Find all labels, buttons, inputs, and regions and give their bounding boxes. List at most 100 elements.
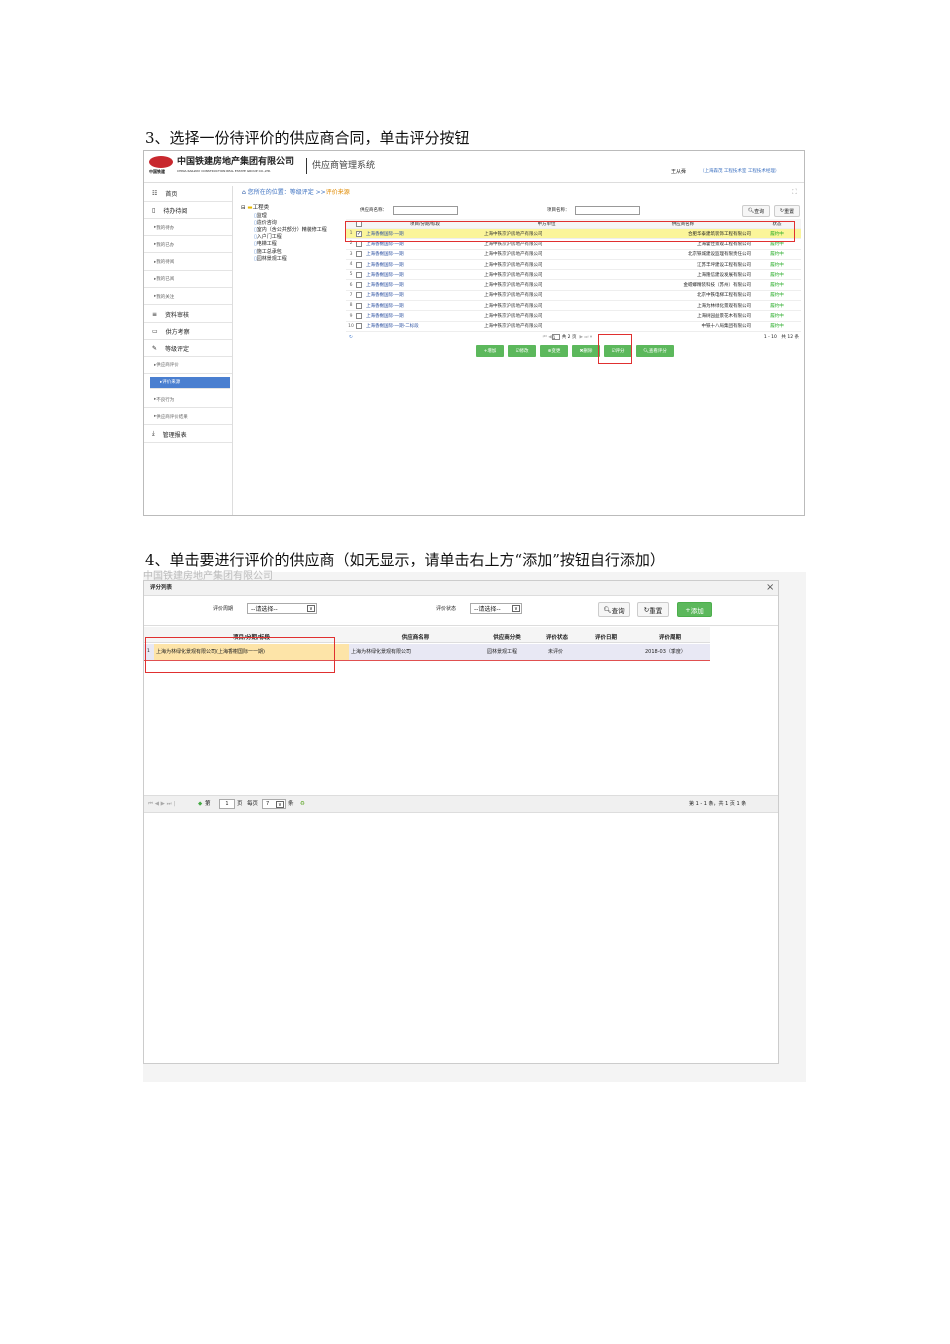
status-select[interactable]: --请选择-- ∨ (470, 603, 522, 614)
row-checkbox[interactable] (356, 251, 362, 258)
table-row[interactable]: 8 上海香榭国际-一期 上海中铁京沪房地产有限公司 上海为林绿化景观有限公司 履约中 (346, 301, 801, 312)
col-period: 评价周期 (658, 635, 681, 641)
sidebar-item[interactable]: ▸ 我的待办 (144, 220, 232, 236)
project-link[interactable]: 上海香榭国际-一期 (366, 292, 484, 298)
sidebar-item[interactable]: ▸ 我的已阅 (144, 272, 232, 288)
sidebar-item[interactable]: ▸ 供应商评价结果 (144, 409, 232, 426)
refresh-icon[interactable]: ↻ (349, 335, 353, 340)
sidebar-item[interactable]: ✎ 等级评定 (144, 341, 232, 357)
company-name: 中国铁建房地产集团有限公司 (177, 157, 295, 167)
step4-heading: 4、单击要进行评价的供应商（如无显示，请单击右上方“添加”按钮自行添加） (145, 551, 665, 569)
breadcrumb-current[interactable]: 评价来源 (326, 189, 350, 196)
table-row[interactable]: 4 上海香榭国际-一期 上海中铁京沪房地产有限公司 江苏丰坪建设工程有限公司 履约中 (346, 260, 801, 271)
clipboard-icon: ▯ (152, 207, 156, 214)
row-checkbox[interactable] (356, 313, 362, 320)
action-button[interactable]: + 增加 (476, 345, 504, 357)
sidebar-item[interactable]: ▭ 供方考察 (144, 324, 232, 340)
per-page-select[interactable]: 7 ∨ (262, 799, 286, 809)
company-logo-icon (149, 156, 173, 168)
action-button[interactable]: ⊕ 变更 (540, 345, 568, 357)
fullscreen-icon[interactable]: ⛶ (792, 189, 797, 196)
row-status: 未评价 (548, 649, 564, 655)
action-bar: + 增加 ☑ 修改 ⊕ 变更 ✖ 删除 ☑ 评分 🔍︎ 查看评分 (476, 345, 676, 357)
pencil-icon: ✎ (152, 344, 158, 352)
list-icon: ≡ (152, 310, 158, 318)
query-button[interactable]: 🔍︎ 查询 (598, 602, 630, 617)
page-input[interactable]: 1 (219, 799, 235, 809)
project-link[interactable]: 上海香榭国际-一期 (366, 303, 484, 309)
row-checkbox[interactable] (356, 271, 362, 278)
sidebar-item[interactable]: ▸ 不良行为 (144, 392, 232, 409)
step3-heading: 3、选择一份待评价的供应商合同，单击评分按钮 (145, 129, 470, 147)
row-checkbox[interactable] (356, 292, 362, 299)
screenshot-supplier-system: 中国铁建 中国铁建房地产集团有限公司 CHINA RAILWAY CONSTRU… (143, 150, 805, 516)
table-row[interactable]: 6 上海香榭国际-一期 上海中铁京沪房地产有限公司 金螳螂精装科技（苏州）有限公司 履约… (346, 281, 801, 291)
sidebar-item[interactable]: ▸ 供应商评价 (144, 358, 232, 374)
sidebar: ☷ 首页 ▯ 待办待阅 ▸ 我的待办 ▸ 我的已办 ▸ 我的待阅 ▸ 我的已阅 ▸ 我的关注 ≡ 资… (144, 186, 233, 515)
sidebar-item[interactable]: ≡ 资料审核 (144, 307, 232, 323)
period-select[interactable]: --请选择-- ∨ (247, 603, 317, 614)
go-icon[interactable]: ◆ (198, 801, 202, 808)
row-checkbox[interactable] (356, 302, 362, 309)
table-row[interactable]: 5 上海香榭国际-一期 上海中铁京沪房地产有限公司 上海隆信建设发展有限公司 履约中 (346, 270, 801, 281)
download-icon: ⤓ (152, 430, 155, 438)
action-button[interactable]: ✖ 删除 (572, 345, 600, 357)
dialog-title: 评分列表 (150, 585, 173, 591)
table-row[interactable]: 7 上海香榭国际-一期 上海中铁京沪房地产有限公司 北京中铁电梯工程有限公司 履约中 (346, 291, 801, 302)
action-button[interactable]: 🔍︎ 查看评分 (636, 345, 674, 357)
user-name[interactable]: 王从舜 (671, 170, 686, 175)
project-link[interactable]: 上海香榭国际-一期 (366, 262, 484, 268)
add-button[interactable]: + 添加 (677, 602, 712, 617)
breadcrumb: ⌂ 您所在的位置：等级评定 >>评价来源 (242, 189, 350, 196)
sidebar-item[interactable]: ▸ 我的关注 (144, 289, 232, 306)
status-label: 评价状态 (436, 606, 457, 612)
row-period: 2018-03（季度） (645, 649, 686, 655)
table-row[interactable]: 9 上海香榭国际-一期 上海中铁京沪房地产有限公司 上海树园益景花木有限公司 履约中 (346, 311, 801, 322)
pager-nav-icons[interactable]: ⏮ ◀ ▶ ⏭ | (148, 801, 175, 808)
project-link[interactable]: 上海香榭国际-一期-二标段 (366, 323, 484, 329)
row-checkbox[interactable] (356, 323, 362, 330)
project-link[interactable]: 上海香榭国际-一期 (366, 313, 484, 319)
sidebar-item[interactable]: ▸ 我的待阅 (144, 255, 232, 271)
project-link[interactable]: 上海香榭国际-一期 (366, 251, 484, 257)
pager: ⏮ ◀ ▶ ⏭ | ◆ 第 1 页 每页 7 ∨ 条 ♻ 第 1 - 1 条，共 … (144, 795, 778, 813)
row-category: 园林景观工程 (487, 649, 518, 655)
reset-button[interactable]: ↻ 重置 (637, 602, 669, 617)
action-button[interactable]: ☑ 修改 (508, 345, 536, 357)
row-supplier: 上海为林绿化景观有限公司 (351, 649, 412, 655)
logo-text: 中国铁建 (149, 169, 165, 174)
row-checkbox[interactable] (356, 282, 362, 289)
sidebar-item[interactable]: ⤓ 管理报表 (144, 427, 232, 443)
score-dialog: 评分列表 × 评价周期 --请选择-- ∨ 评价状态 --请选择-- ∨ 🔍︎ 查询 … (143, 580, 779, 1064)
table-row[interactable]: 3 上海香榭国际-一期 上海中铁京沪房地产有限公司 北京铁城建设监理有限责任公司 履约中 (346, 250, 801, 260)
pager-summary: 第 1 - 1 条，共 1 页 1 条 (689, 801, 747, 807)
tree-root[interactable]: ⊟ ▬工程类 (241, 205, 341, 212)
reset-button[interactable]: ↻ 重置 (774, 205, 800, 217)
search-button[interactable]: 🔍︎ 查询 (742, 205, 770, 217)
grid-icon: ☷ (152, 190, 158, 197)
table-row[interactable]: 10 上海香榭国际-一期-二标段 上海中铁京沪房地产有限公司 中铁十八局集团有限公司履… (346, 322, 801, 332)
period-label: 评价周期 (213, 606, 234, 612)
sidebar-item[interactable]: ☷ 首页 (144, 186, 232, 202)
row-checkbox[interactable] (356, 261, 362, 268)
tree-node[interactable]: ▯入户门工程 (254, 235, 341, 240)
tree-node[interactable]: ▯监理 (254, 213, 341, 219)
tree-node[interactable]: ▯园林景观工程 (254, 256, 341, 262)
project-link[interactable]: 上海香榭国际-一期 (366, 282, 484, 288)
supplier-label: 供应商名称： (360, 208, 387, 213)
tree-node[interactable]: ▯室内（含公共部分）精装修工程 (254, 228, 341, 233)
tree-node[interactable]: ▯造价咨询 (254, 220, 341, 226)
sidebar-item[interactable]: ▯ 待办待阅 (144, 203, 232, 219)
refresh-icon[interactable]: ♻ (300, 801, 305, 808)
sidebar-item[interactable]: ▸ 评价来源 (150, 376, 230, 389)
page-input[interactable]: 1 (551, 334, 560, 341)
card-icon: ▭ (152, 327, 158, 335)
sidebar-item[interactable]: ▸ 我的已办 (144, 237, 232, 254)
screenshot-score-dialog: 中国铁建房地产集团有限公司 评分列表 × 评价周期 --请选择-- ∨ 评价状态 … (143, 572, 806, 1082)
supplier-name-input[interactable] (393, 206, 458, 215)
tree-node[interactable]: ▯电梯工程 (254, 242, 341, 247)
tree-node[interactable]: ▯施工总承包 (254, 249, 341, 255)
close-icon[interactable]: × (766, 583, 774, 593)
project-name-input[interactable] (575, 206, 640, 215)
project-link[interactable]: 上海香榭国际-一期 (366, 272, 484, 278)
